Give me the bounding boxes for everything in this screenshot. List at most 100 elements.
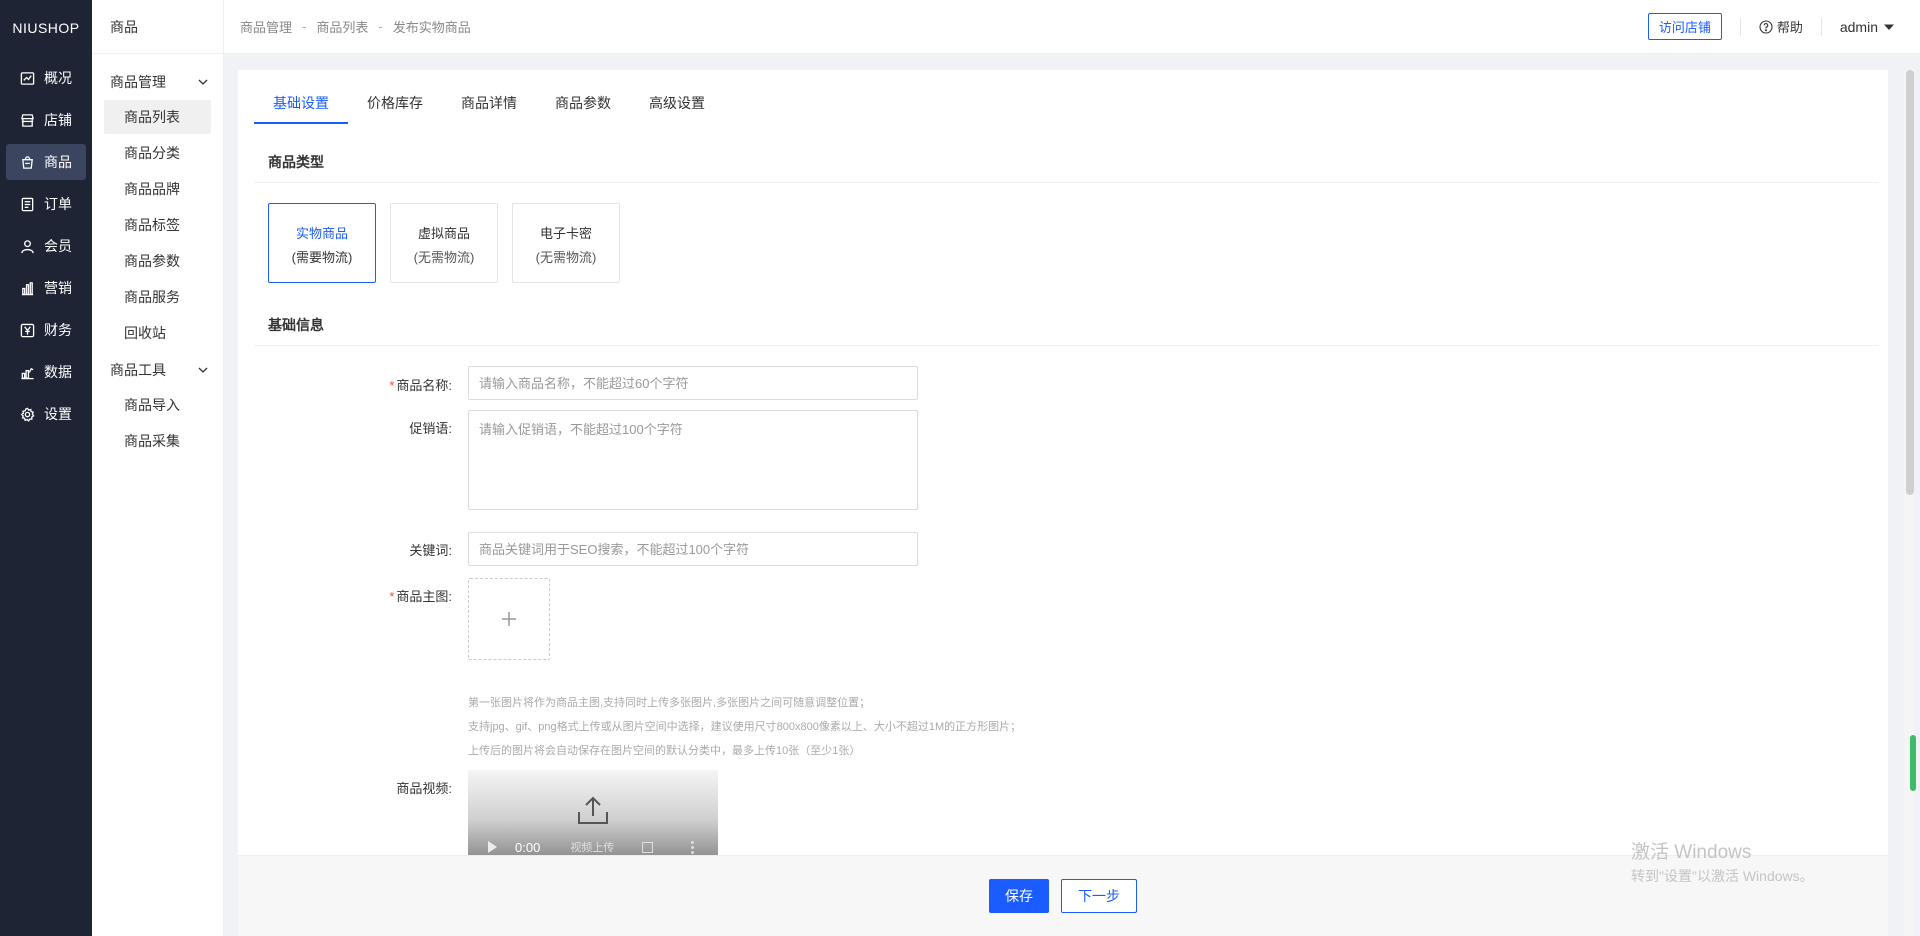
save-button[interactable]: 保存 xyxy=(989,879,1049,913)
sidebar-group-goods-management[interactable]: 商品管理 xyxy=(92,64,223,100)
goods-type-note: (需要物流) xyxy=(291,250,353,265)
yen-icon xyxy=(20,323,35,337)
upload-icon xyxy=(578,796,608,824)
breadcrumb-current: 发布实物商品 xyxy=(392,20,471,35)
next-step-button[interactable]: 下一步 xyxy=(1061,879,1137,913)
watermark-title: 激活 Windows xyxy=(1631,842,1752,863)
goods-type-name: 实物商品 xyxy=(295,226,348,241)
keyword-label: 关键词: xyxy=(409,543,452,558)
play-icon[interactable] xyxy=(488,841,497,853)
nav-item-settings[interactable]: 设置 xyxy=(6,396,86,432)
video-label: 商品视频: xyxy=(396,781,452,796)
goods-type-virtual[interactable]: 虚拟商品 (无需物流) xyxy=(390,203,498,283)
more-options-icon[interactable] xyxy=(691,840,695,854)
goods-type-name: 虚拟商品 xyxy=(417,226,470,241)
sidebar-item-goods-params[interactable]: 商品参数 xyxy=(104,244,211,278)
main-content: 基础设置 价格库存 商品详情 商品参数 高级设置 商品类型 实物商品 (需要物流… xyxy=(238,70,1888,936)
windows-activation-watermark: 激活 Windows 转到"设置"以激活 Windows。 xyxy=(1631,842,1814,886)
user-icon xyxy=(21,239,34,253)
image-hint: 上传后的图片将会自动保存在图片空间的默认分类中，最多上传10张（至少1张） xyxy=(468,745,861,757)
section-title-goods-type: 商品类型 xyxy=(268,154,324,170)
nav-item-label: 商品 xyxy=(44,154,72,170)
image-hint: 第一张图片将作为商品主图,支持同时上传多张图片,多张图片之间可随意调整位置； xyxy=(468,697,871,709)
image-hint: 支持jpg、gif、png格式上传或从图片空间中选择，建议使用尺寸800x800… xyxy=(468,721,1022,733)
goods-name-input[interactable] xyxy=(468,366,918,400)
logo[interactable]: NIUSHOP xyxy=(0,0,92,56)
sidebar-group-label: 商品管理 xyxy=(110,74,166,90)
nav-item-orders[interactable]: 订单 xyxy=(6,186,86,222)
nav-item-label: 财务 xyxy=(44,322,72,338)
nav-item-label: 概况 xyxy=(44,70,72,86)
sidebar-item-goods-import[interactable]: 商品导入 xyxy=(104,388,211,422)
data-icon xyxy=(21,367,34,379)
nav-item-overview[interactable]: 概况 xyxy=(6,60,86,96)
keyword-input[interactable] xyxy=(468,532,918,566)
scrollbar-thumb[interactable] xyxy=(1906,70,1914,495)
tab-price-stock[interactable]: 价格库存 xyxy=(348,86,442,124)
nav-item-label: 订单 xyxy=(44,196,72,212)
order-list-icon xyxy=(21,197,34,211)
section-divider xyxy=(254,345,1878,346)
page-scrollbar[interactable] xyxy=(1904,70,1914,936)
promo-textarea[interactable] xyxy=(468,410,918,510)
section-divider xyxy=(254,182,1878,183)
sub-sidebar: 商品 商品管理 商品列表 商品分类 商品品牌 商品标签 商品参数 商品服务 回收… xyxy=(92,0,224,936)
video-player[interactable]: 0:00 视频上传 xyxy=(468,770,718,860)
sidebar-item-goods-tag[interactable]: 商品标签 xyxy=(104,208,211,242)
goods-type-physical[interactable]: 实物商品 (需要物流) xyxy=(268,203,376,283)
goods-type-note: (无需物流) xyxy=(413,250,475,265)
header-divider xyxy=(1820,17,1822,36)
chevron-down-icon xyxy=(198,367,208,373)
nav-item-finance[interactable]: 财务 xyxy=(6,312,86,348)
tab-goods-params[interactable]: 商品参数 xyxy=(536,86,630,124)
watermark-subtitle: 转到"设置"以激活 Windows。 xyxy=(1631,868,1814,884)
sidebar-item-goods-list[interactable]: 商品列表 xyxy=(104,100,211,134)
sidebar-group-label: 商品工具 xyxy=(110,362,166,378)
required-mark: * xyxy=(389,378,395,393)
nav-item-store[interactable]: 店铺 xyxy=(6,102,86,138)
chart-line-icon xyxy=(20,71,35,85)
sidebar-item-goods-service[interactable]: 商品服务 xyxy=(104,280,211,314)
image-upload-button[interactable] xyxy=(468,578,550,660)
store-icon xyxy=(21,113,34,127)
nav-item-members[interactable]: 会员 xyxy=(6,228,86,264)
main-image-label: * 商品主图: xyxy=(389,589,452,604)
sidebar-item-goods-collect[interactable]: 商品采集 xyxy=(104,424,211,458)
header-divider xyxy=(1739,17,1741,36)
tab-advanced-settings[interactable]: 高级设置 xyxy=(630,86,724,124)
video-upload-label[interactable]: 视频上传 xyxy=(570,839,614,855)
help-label: 帮助 xyxy=(1776,20,1803,35)
plus-icon xyxy=(502,612,516,626)
header-actions: 访问店铺 帮助 admin xyxy=(1647,13,1920,40)
nav-item-marketing[interactable]: 营销 xyxy=(6,270,86,306)
visit-store-button[interactable]: 访问店铺 xyxy=(1647,13,1722,40)
goods-type-note: (无需物流) xyxy=(535,250,597,265)
tab-goods-detail[interactable]: 商品详情 xyxy=(442,86,536,124)
tab-basic-settings[interactable]: 基础设置 xyxy=(254,86,348,124)
help-link[interactable]: 帮助 xyxy=(1759,17,1803,36)
sidebar-item-goods-category[interactable]: 商品分类 xyxy=(104,136,211,170)
goods-type-name: 电子卡密 xyxy=(539,226,592,241)
fullscreen-icon[interactable] xyxy=(642,841,654,853)
required-mark: * xyxy=(389,589,395,604)
bar-chart-icon xyxy=(21,281,34,295)
sidebar-group-goods-tools[interactable]: 商品工具 xyxy=(92,352,223,388)
chevron-down-icon xyxy=(198,79,208,85)
sidebar-item-recycle-bin[interactable]: 回收站 xyxy=(104,316,211,350)
section-title-basic-info: 基础信息 xyxy=(268,317,324,333)
breadcrumb-separator: - xyxy=(378,19,383,34)
caret-down-icon xyxy=(1884,24,1894,30)
user-menu[interactable]: admin xyxy=(1840,19,1894,35)
breadcrumb-item[interactable]: 商品列表 xyxy=(316,17,368,36)
gear-icon xyxy=(20,407,35,422)
breadcrumb-separator: - xyxy=(302,19,307,34)
goods-type-card-code[interactable]: 电子卡密 (无需物流) xyxy=(512,203,620,283)
nav-item-label: 营销 xyxy=(44,280,72,296)
breadcrumb: 商品管理 - 商品列表 - 发布实物商品 xyxy=(224,17,471,36)
breadcrumb-item[interactable]: 商品管理 xyxy=(240,17,292,36)
user-name: admin xyxy=(1839,18,1878,35)
nav-item-data[interactable]: 数据 xyxy=(6,354,86,390)
main-nav: NIUSHOP 概况 店铺 商品 订单 会员 营销 财务 数据 设置 xyxy=(0,0,92,936)
sidebar-item-goods-brand[interactable]: 商品品牌 xyxy=(104,172,211,206)
nav-item-goods[interactable]: 商品 xyxy=(6,144,86,180)
